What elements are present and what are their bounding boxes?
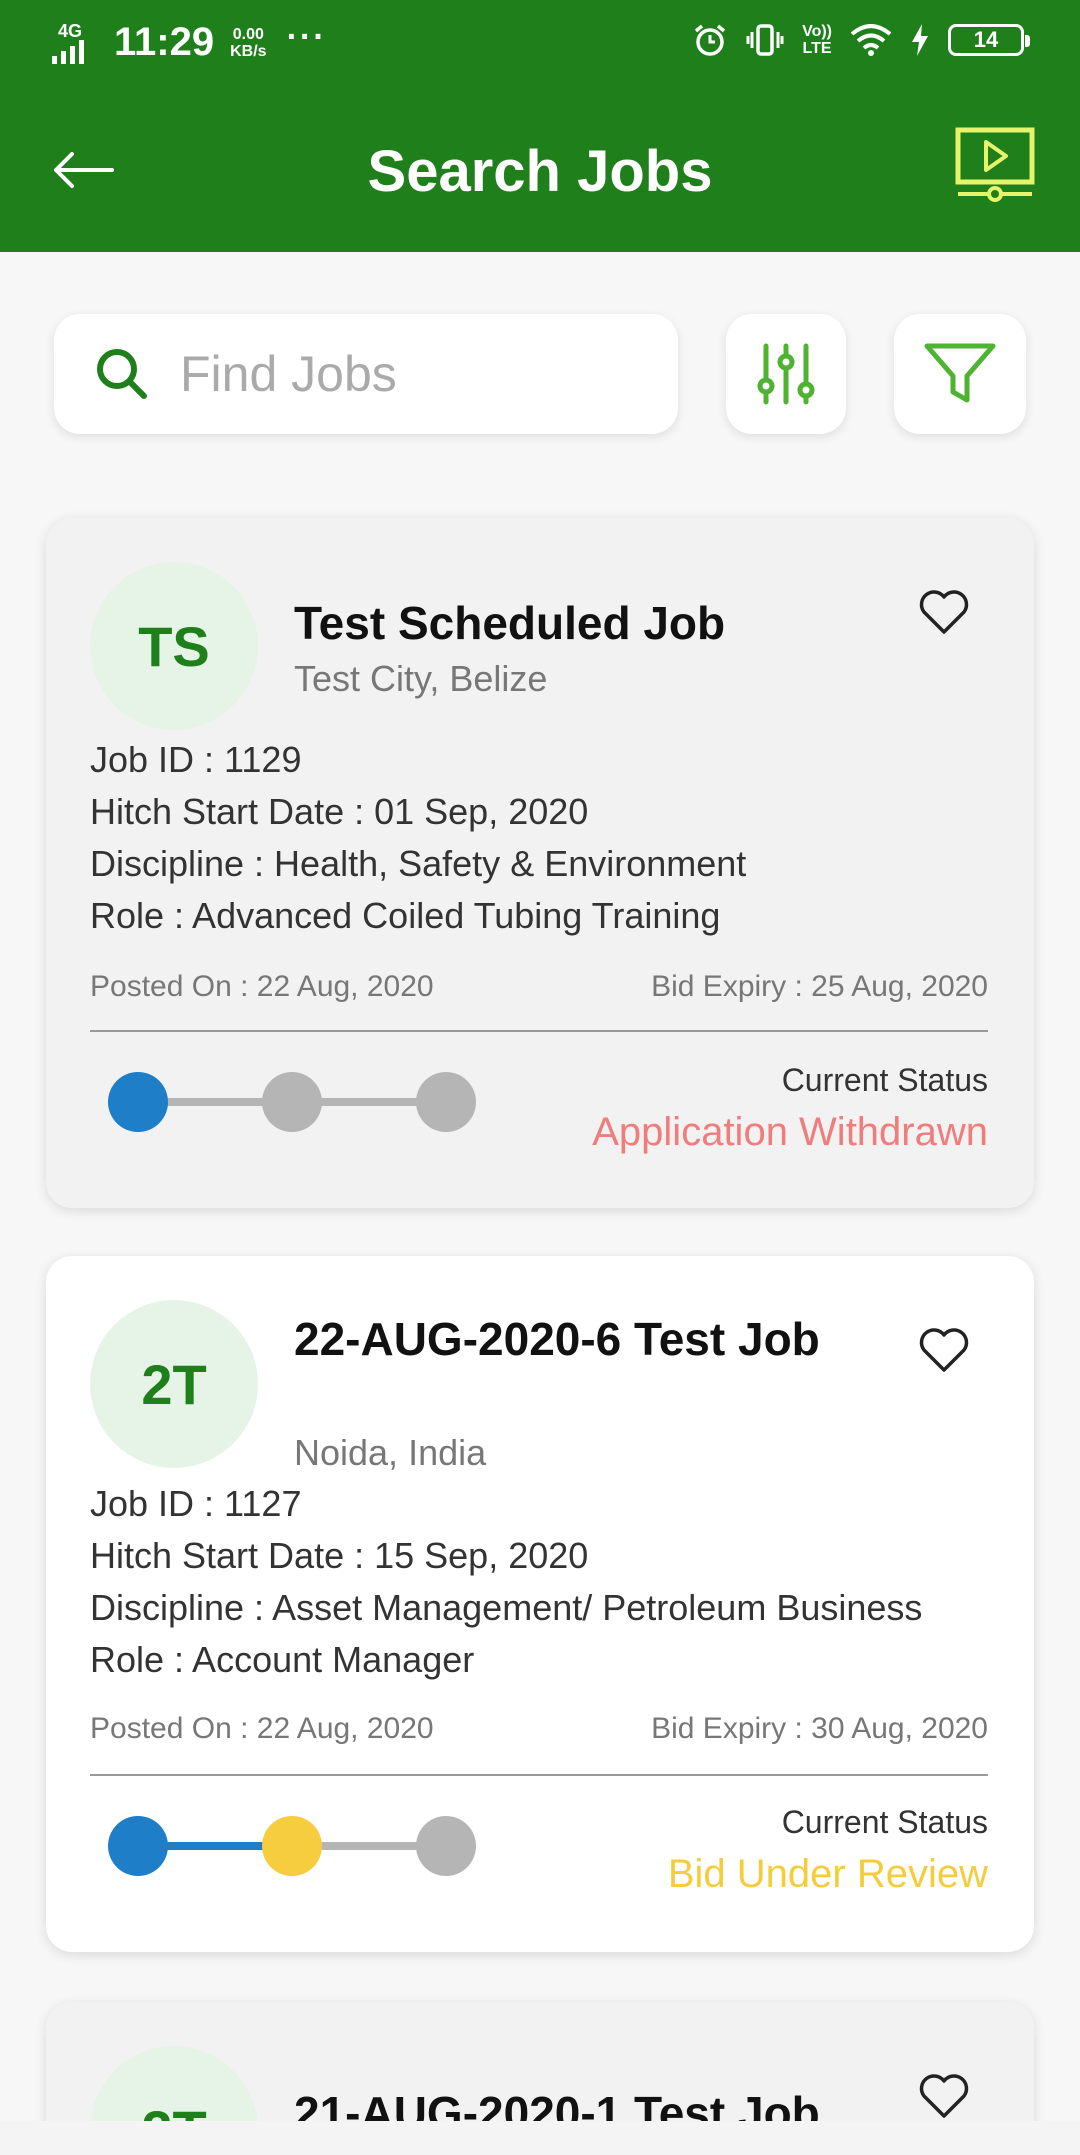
charging-icon <box>912 24 928 56</box>
job-dates: Posted On : 22 Aug, 2020 Bid Expiry : 25… <box>90 970 988 1004</box>
progress-step <box>108 1072 168 1132</box>
favorite-heart-icon[interactable] <box>918 1326 970 1374</box>
status-bar: 4G 11:29 0.00 KB/s ··· Vo)) LTE 14 <box>0 0 1080 90</box>
battery-level: 14 <box>973 27 999 52</box>
progress-step <box>262 1816 322 1876</box>
bid-expiry: Bid Expiry : 25 Aug, 2020 <box>651 970 988 1003</box>
filter-icon <box>924 343 996 403</box>
battery-indicator: 14 <box>948 24 1030 56</box>
app-bar: 4G 11:29 0.00 KB/s ··· Vo)) LTE 14 Searc… <box>0 0 1080 252</box>
search-icon <box>97 349 147 399</box>
card-divider <box>90 1774 988 1776</box>
current-status-label: Current Status <box>781 1062 988 1098</box>
volte-indicator: Vo)) LTE <box>802 23 832 57</box>
job-card[interactable]: TS Test Scheduled Job Test City, Belize … <box>46 518 1034 1208</box>
search-box[interactable] <box>54 314 678 434</box>
search-input[interactable] <box>180 345 620 403</box>
volte-top: Vo)) <box>802 23 832 40</box>
progress-step <box>262 1072 322 1132</box>
favorite-heart-icon[interactable] <box>918 2072 970 2120</box>
page-title: Search Jobs <box>367 139 713 204</box>
video-tutorial-button[interactable] <box>954 126 1036 206</box>
current-status-value: Bid Under Review <box>667 1852 988 1896</box>
job-location: Noida, India <box>294 1432 487 1473</box>
filter-button[interactable] <box>894 314 1026 434</box>
progress-step <box>108 1816 168 1876</box>
network-type: 4G <box>58 20 83 41</box>
job-id: Job ID : 1129 <box>90 739 302 780</box>
current-status-value: Application Withdrawn <box>592 1110 988 1154</box>
alarm-icon <box>694 24 726 56</box>
job-details: Job ID : 1129 Hitch Start Date : 01 Sep,… <box>90 734 746 942</box>
status-progress-tracker <box>108 1816 476 1876</box>
job-dates: Posted On : 22 Aug, 2020 Bid Expiry : 30… <box>90 1712 988 1746</box>
current-status-label: Current Status <box>781 1804 988 1840</box>
job-details: Job ID : 1127 Hitch Start Date : 15 Sep,… <box>90 1478 922 1686</box>
network-indicator: 4G <box>52 20 98 64</box>
job-avatar: TS <box>90 562 258 730</box>
hitch-start-date: Hitch Start Date : 01 Sep, 2020 <box>90 791 589 832</box>
card-divider <box>90 1030 988 1032</box>
hitch-start-date: Hitch Start Date : 15 Sep, 2020 <box>90 1535 589 1576</box>
speed-value: 0.00 <box>232 25 264 43</box>
network-speed: 0.00 KB/s <box>230 26 266 60</box>
favorite-heart-icon[interactable] <box>918 588 970 636</box>
job-id: Job ID : 1127 <box>90 1483 302 1524</box>
video-player-icon <box>955 127 1035 202</box>
wifi-icon <box>850 24 892 56</box>
status-progress-tracker <box>108 1072 476 1132</box>
posted-on: Posted On : 22 Aug, 2020 <box>90 970 434 1003</box>
job-role: Role : Advanced Coiled Tubing Training <box>90 895 721 936</box>
job-location: Test City, Belize <box>294 658 548 699</box>
job-role: Role : Account Manager <box>90 1639 475 1680</box>
speed-unit: KB/s <box>230 42 267 60</box>
job-title: 22-AUG-2020-6 Test Job <box>294 1313 820 1365</box>
more-notifications-icon: ··· <box>286 18 327 56</box>
bottom-edge <box>0 2121 1080 2155</box>
signal-icon <box>52 39 84 64</box>
job-discipline: Discipline : Health, Safety & Environmen… <box>90 843 747 884</box>
clock: 11:29 <box>114 20 215 64</box>
sort-options-button[interactable] <box>726 314 846 434</box>
job-avatar: 2T <box>90 1300 258 1468</box>
job-title: Test Scheduled Job <box>294 597 726 649</box>
bid-expiry: Bid Expiry : 30 Aug, 2020 <box>651 1712 988 1745</box>
progress-step <box>416 1816 476 1876</box>
job-card[interactable]: 2T 22-AUG-2020-6 Test Job Noida, India J… <box>46 1256 1034 1952</box>
sliders-icon <box>757 343 815 405</box>
posted-on: Posted On : 22 Aug, 2020 <box>90 1712 434 1745</box>
vibrate-icon <box>746 24 784 56</box>
progress-step <box>416 1072 476 1132</box>
job-discipline: Discipline : Asset Management/ Petroleum… <box>90 1587 923 1628</box>
volte-bottom: LTE <box>802 40 832 57</box>
